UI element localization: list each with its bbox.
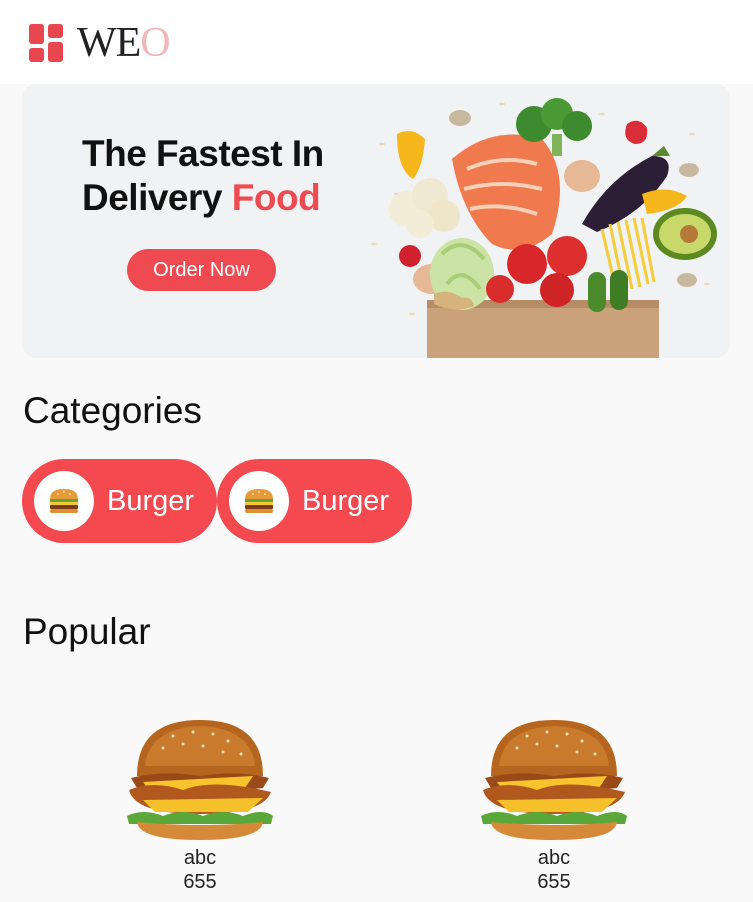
groceries-bag-image — [371, 98, 717, 358]
burger-icon — [34, 471, 94, 531]
banner-title: The Fastest In Delivery Food — [82, 132, 324, 220]
logo-text-end: O — [140, 20, 170, 66]
logo-text-main: WE — [77, 20, 141, 66]
logo-mark-icon — [29, 24, 65, 62]
item-price: 655 — [537, 871, 571, 893]
categories-title: Categories — [23, 390, 202, 431]
category-chip-burger[interactable]: Burger — [217, 459, 412, 543]
banner-title-prefix: Delivery — [82, 177, 232, 218]
banner-title-accent: Food — [231, 177, 321, 218]
category-chip-label: Burger — [107, 484, 195, 517]
logo-text: WEO — [77, 20, 171, 66]
popular-item[interactable]: abc 655 — [120, 716, 280, 894]
order-now-button[interactable]: Order Now — [127, 249, 276, 291]
banner-title-line1: The Fastest In — [82, 133, 324, 174]
item-price: 655 — [183, 871, 217, 893]
category-list: Burger Burger — [22, 459, 412, 543]
promo-banner: The Fastest In Delivery Food Order Now — [22, 84, 730, 358]
app-header: WEO — [0, 0, 753, 84]
popular-item[interactable]: abc 655 — [474, 716, 634, 894]
item-name: abc — [537, 847, 571, 869]
burger-image — [127, 720, 273, 840]
popular-title: Popular — [23, 611, 151, 652]
burger-image — [481, 720, 627, 840]
item-name: abc — [183, 847, 217, 869]
logo[interactable]: WEO — [29, 20, 171, 66]
category-chip-label: Burger — [302, 484, 390, 517]
burger-icon — [229, 471, 289, 531]
banner-title-line2: Delivery Food — [82, 176, 324, 220]
category-chip-burger[interactable]: Burger — [22, 459, 217, 543]
